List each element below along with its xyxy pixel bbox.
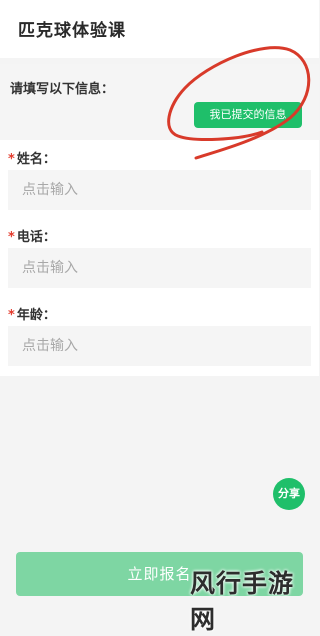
submitted-info-button[interactable]: 我已提交的信息 <box>194 102 302 128</box>
page-title: 匹克球体验课 <box>18 21 126 41</box>
phone-input[interactable] <box>8 248 311 288</box>
name-label-text: 姓名： <box>16 152 56 167</box>
required-mark: * <box>8 230 15 245</box>
age-field-label: * 年龄： <box>8 304 56 323</box>
info-section: 请填写以下信息： 我已提交的信息 <box>0 64 319 140</box>
phone-field-label: * 电话： <box>8 226 56 245</box>
share-button[interactable]: 分享 <box>273 478 305 510</box>
age-input[interactable] <box>8 326 311 366</box>
required-mark: * <box>8 308 15 323</box>
required-mark: * <box>8 152 15 167</box>
header-bar: 匹克球体验课 <box>0 0 319 58</box>
name-input[interactable] <box>8 170 311 210</box>
phone-label-text: 电话： <box>16 230 56 245</box>
registration-form: *姓名： *电话： *年龄： <box>0 140 319 376</box>
watermark-logo: 风行手游网 <box>190 569 295 634</box>
info-label: 请填写以下信息： <box>10 82 115 97</box>
age-label-text: 年龄： <box>16 308 56 323</box>
name-field-label: * 姓名： <box>8 148 56 167</box>
